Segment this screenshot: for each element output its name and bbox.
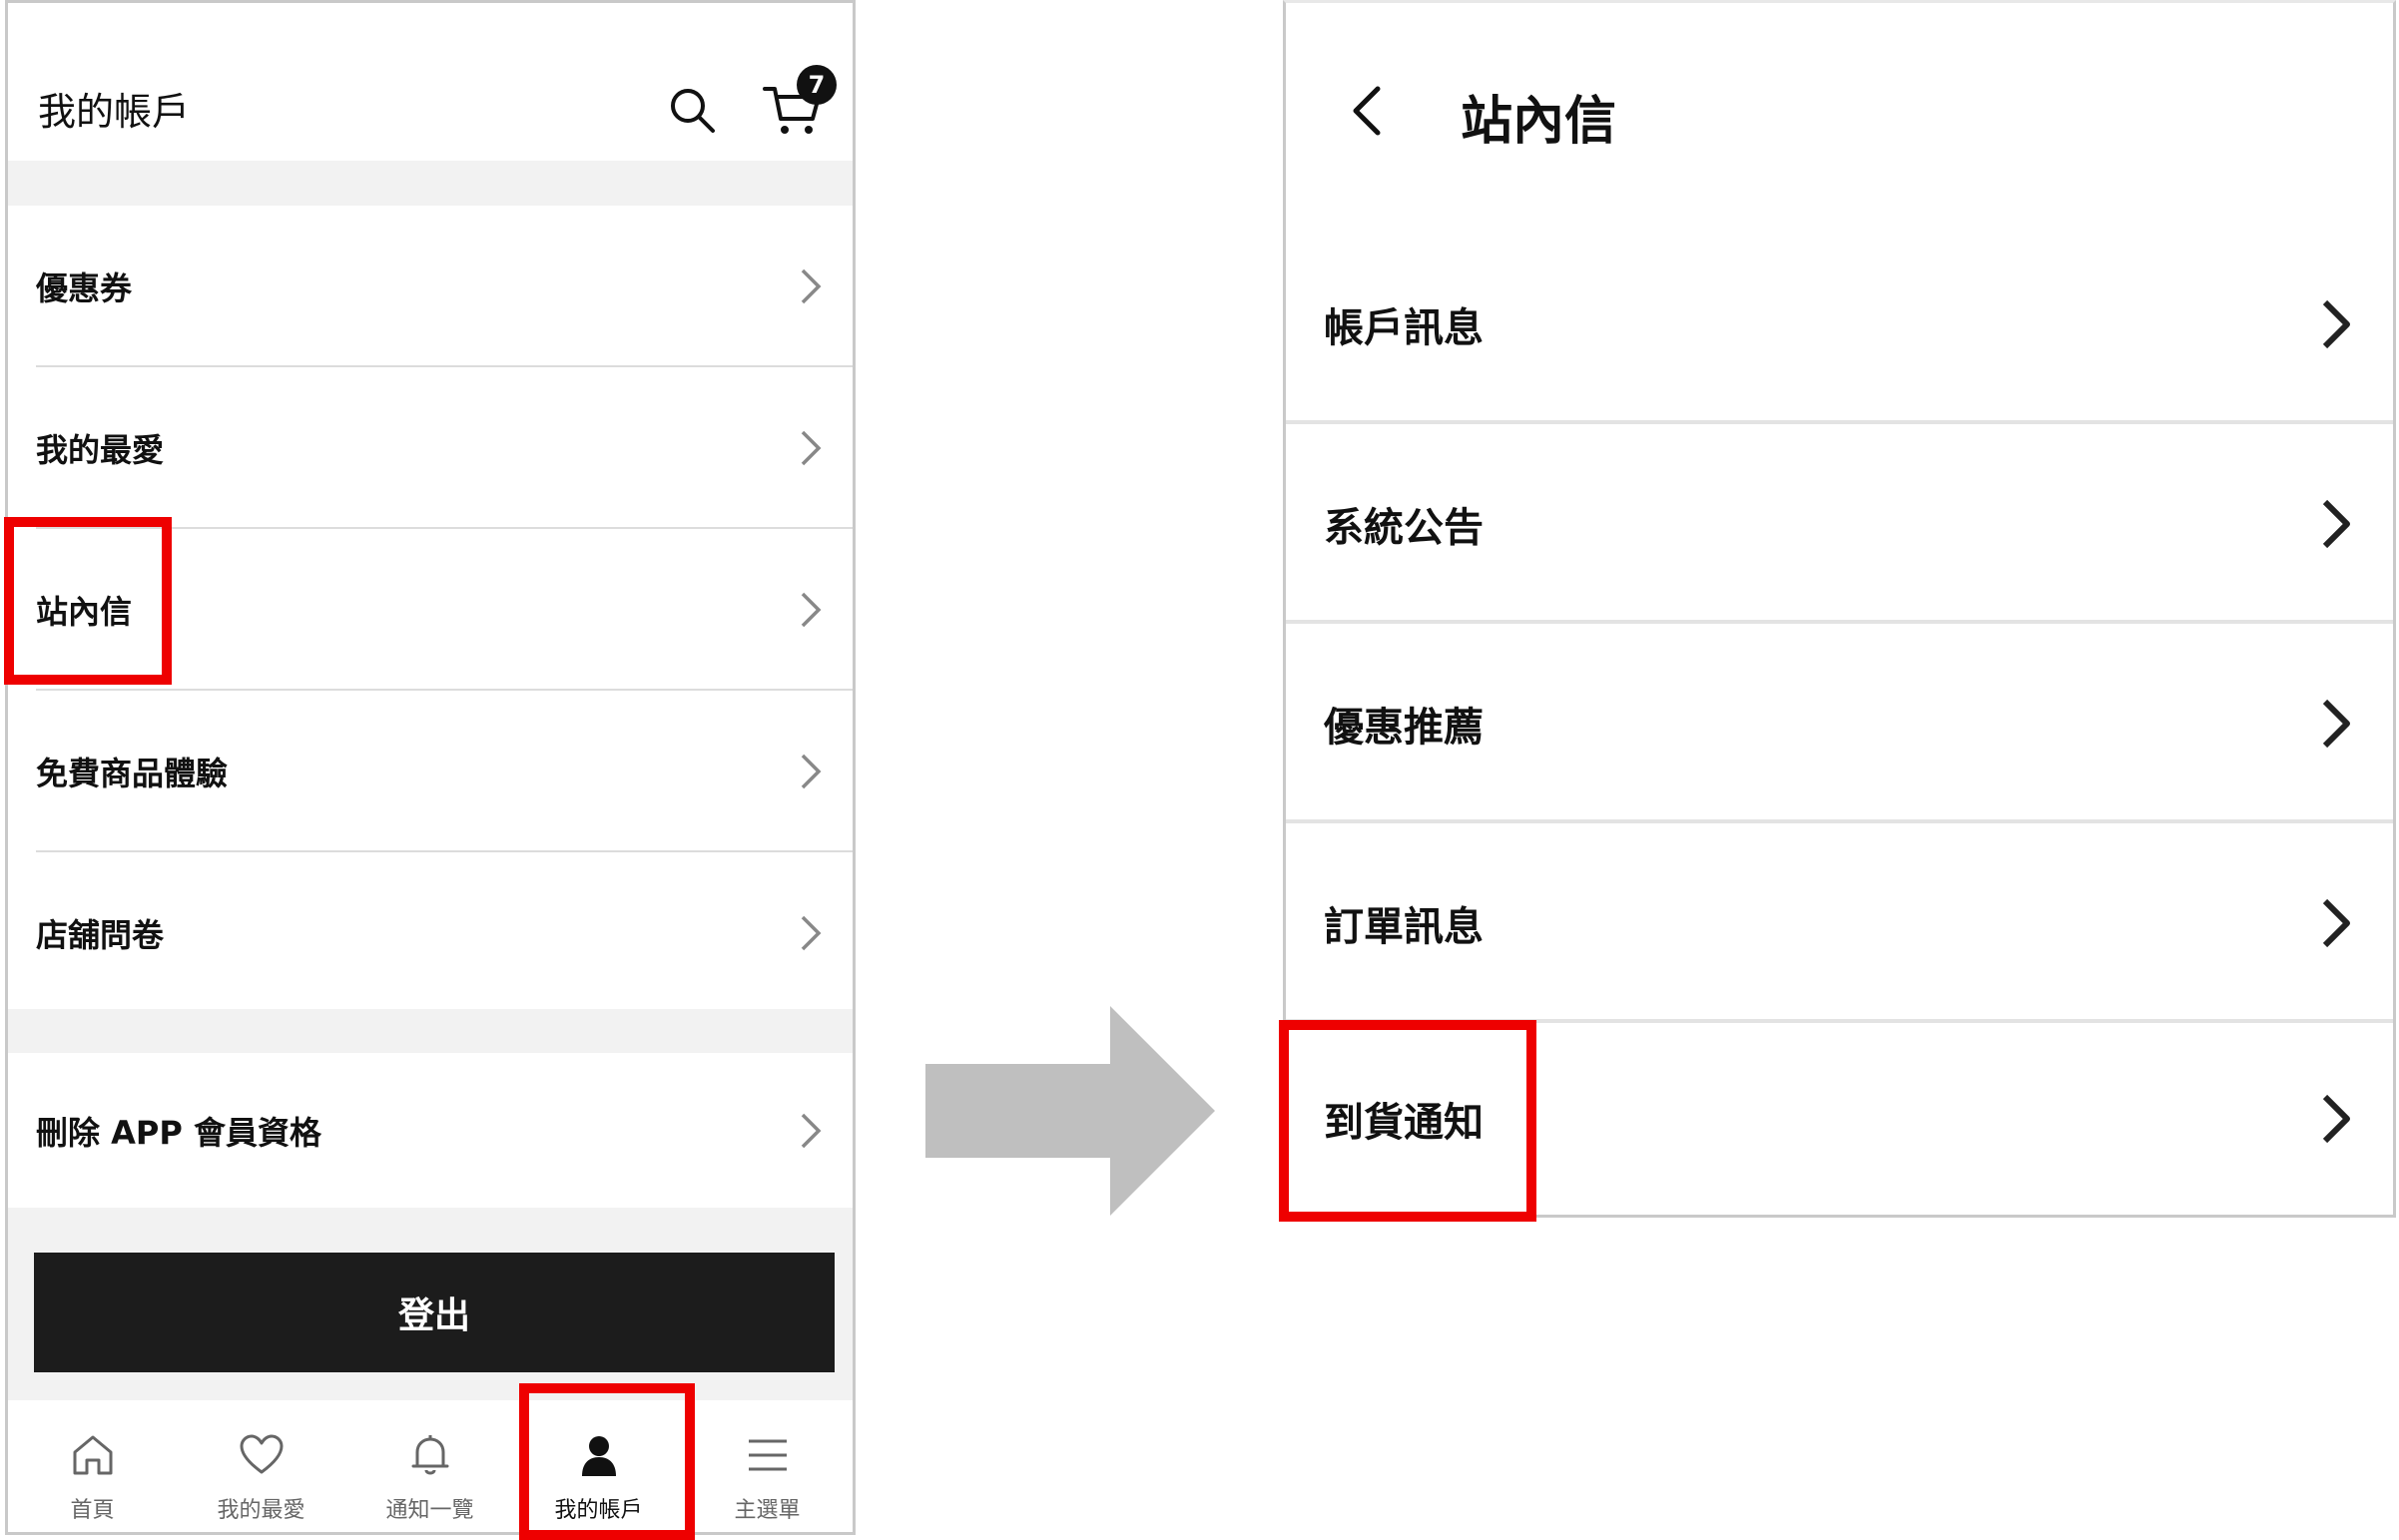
tab-notifications[interactable]: 通知一覽 [345, 1400, 514, 1532]
chevron-right-icon [801, 592, 822, 628]
menu-item-label: 免費商品體驗 [36, 755, 229, 792]
menu-item-store-survey[interactable]: 店舖問卷 [8, 852, 853, 1014]
inbox-item-label: 帳戶訊息 [1324, 305, 1484, 351]
menu-item-free-trial[interactable]: 免費商品體驗 [8, 691, 853, 852]
logout-button[interactable]: 登出 [34, 1253, 835, 1372]
inbox-item-promotions[interactable]: 優惠推薦 [1286, 624, 2393, 823]
chevron-right-icon [801, 430, 822, 466]
tab-label: 首頁 [70, 1498, 115, 1523]
menu-item-label: 我的最愛 [36, 431, 165, 469]
bottom-tab-bar: 首頁 我的最愛 通知一覽 我的帳戶 主選單 [8, 1400, 853, 1532]
inbox-item-label: 訂單訊息 [1324, 904, 1484, 950]
tab-label: 通知一覽 [385, 1498, 474, 1523]
menu-item-label: 刪除 APP 會員資格 [36, 1113, 321, 1152]
home-icon [73, 1435, 112, 1475]
inbox-item-account-messages[interactable]: 帳戶訊息 [1286, 225, 2393, 424]
heart-icon [240, 1434, 283, 1474]
page-title: 站內信 [1461, 92, 1617, 152]
tab-label: 我的最愛 [217, 1498, 305, 1523]
bell-icon [411, 1435, 448, 1475]
inbox-item-system-announcements[interactable]: 系統公告 [1286, 424, 2393, 624]
inbox-item-label: 優惠推薦 [1324, 705, 1484, 751]
chevron-right-icon [801, 754, 822, 789]
chevron-right-icon [801, 915, 822, 951]
tab-favorites[interactable]: 我的最愛 [177, 1400, 345, 1532]
menu-item-label: 店舖問卷 [36, 916, 165, 954]
menu-item-coupons[interactable]: 優惠券 [8, 206, 853, 367]
page-title: 我的帳戶 [38, 90, 191, 134]
highlight-my-account-tab [519, 1383, 695, 1540]
chevron-right-icon [2322, 499, 2350, 549]
highlight-restock-notice [1279, 1020, 1536, 1222]
account-screen: 我的帳戶 7 優惠券 我的最愛 站內信 免費商品體驗 店舖問卷 刪除 APP 會… [5, 0, 856, 1535]
top-bar: 我的帳戶 7 [8, 3, 853, 161]
cart-count-badge: 7 [797, 65, 837, 105]
search-icon[interactable] [667, 85, 717, 135]
account-delete-section: 刪除 APP 會員資格 [8, 1053, 853, 1208]
tab-label: 主選單 [734, 1498, 801, 1523]
back-arrow-icon[interactable] [1346, 83, 1386, 139]
tab-main-menu[interactable]: 主選單 [683, 1400, 852, 1532]
menu-item-delete-membership[interactable]: 刪除 APP 會員資格 [8, 1053, 853, 1208]
chevron-right-icon [2322, 1094, 2350, 1144]
chevron-right-icon [801, 268, 822, 304]
chevron-right-icon [2322, 699, 2350, 749]
chevron-right-icon [2322, 299, 2350, 349]
chevron-right-icon [2322, 898, 2350, 948]
inbox-item-order-messages[interactable]: 訂單訊息 [1286, 823, 2393, 1023]
menu-item-label: 優惠券 [36, 269, 133, 307]
menu-item-favorites[interactable]: 我的最愛 [8, 367, 853, 529]
chevron-right-icon [801, 1113, 822, 1148]
inbox-item-label: 系統公告 [1324, 505, 1484, 551]
highlight-inbox-menu [4, 517, 172, 685]
tab-home[interactable]: 首頁 [8, 1400, 177, 1532]
hamburger-menu-icon [748, 1439, 787, 1471]
flow-arrow-icon [925, 1006, 1215, 1216]
